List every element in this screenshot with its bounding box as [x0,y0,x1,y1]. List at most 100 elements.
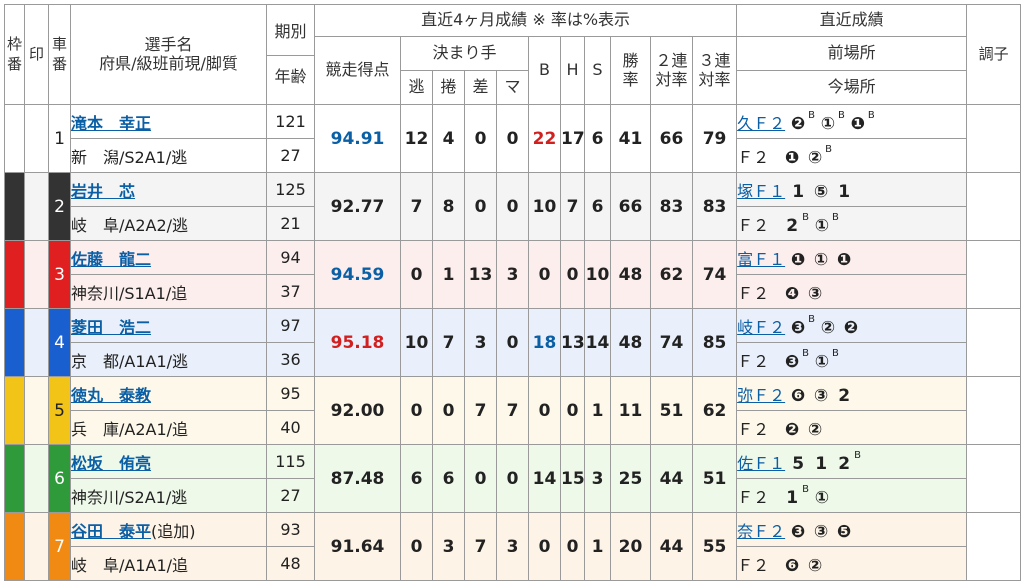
result-glyph: ❹ [784,283,800,304]
stat-mark: 0 [496,308,529,377]
header-ren2: ２連 対率 [650,36,693,105]
rider-name-cell: 佐藤 龍二 [70,240,267,275]
period: 125 [266,172,315,207]
mark-cell[interactable] [24,104,49,173]
stat-nige: 10 [400,308,433,377]
rider-name-link[interactable]: 岩井 芯 [72,182,136,201]
stat-s: 1 [584,512,611,581]
stat-nige: 12 [400,104,433,173]
age: 27 [266,138,315,173]
header-s: S [584,36,611,105]
period: 93 [266,512,315,547]
stat-ren3: 83 [691,172,738,241]
rider-name-link[interactable]: 谷田 泰平 [72,522,152,541]
stat-h: 7 [560,172,585,241]
cur-venue-label: Ｆ２ [737,419,770,439]
mark-cell[interactable] [24,444,49,513]
stat-mark: 3 [496,240,529,309]
waku-color-cell [4,512,25,581]
rider-name-cell: 滝本 幸正 [70,104,267,139]
rider-name-link[interactable]: 菱田 浩二 [72,318,152,337]
mark-cell[interactable] [24,172,49,241]
header-sashi: 差 [464,70,497,105]
age: 21 [266,206,315,241]
mark-cell[interactable] [24,512,49,581]
age: 48 [266,546,315,581]
rider-name-link[interactable]: 徳丸 泰教 [72,386,152,405]
tone-cell [966,308,1022,377]
entry-table: 枠番 印 車番 選手名 府県/級班前現/脚質 期別 年齢 直近4ヶ月成績 ※ 率… [4,4,1022,581]
result-glyph: ❸ [784,351,800,372]
table-row: 6 松坂 侑亮 115 87.48 6 6 0 0 14 15 3 25 44 51 佐Ｆ１ 5 1 2 B [4,444,1022,513]
mark-cell[interactable] [24,308,49,377]
stat-win: 20 [610,512,651,581]
stat-sashi: 0 [464,104,497,173]
rider-pref-class: 神奈川/S1A1/追 [70,274,267,309]
stat-b: 10 [528,172,561,241]
stat-ren3: 62 [691,376,738,445]
prev-venue-link[interactable]: 岐Ｆ２ [738,318,786,337]
tone-cell [966,376,1022,445]
result-glyph: ❷ [790,113,806,134]
table-row: 4 菱田 浩二 97 95.18 10 7 3 0 18 13 14 48 74 85 岐Ｆ２ ❸ B ② ❷ [4,308,1022,377]
result-back-mark: B [802,483,809,495]
header-age: 年齢 [274,67,307,86]
rider-rows: 1 滝本 幸正 121 94.91 12 4 0 0 22 17 6 41 66 79 久Ｆ２ ❷ B ① B ❶ B 新… [4,104,1022,581]
race-score: 94.59 [314,240,401,309]
rider-name-link[interactable]: 滝本 幸正 [72,114,152,133]
header-name-line2: 府県/級班前現/脚質 [99,53,238,73]
tone-cell [966,512,1022,581]
stat-b: 18 [528,308,561,377]
prev-venue-link[interactable]: 塚Ｆ１ [738,182,786,201]
rider-name-link[interactable]: 佐藤 龍二 [72,250,152,269]
result-glyph: ③ [807,283,823,304]
result-glyph: 2 [838,453,851,474]
result-glyph: ② [807,419,823,440]
header-period-age: 期別 年齢 [266,4,315,105]
age: 36 [266,342,315,377]
stat-sashi: 13 [464,240,497,309]
race-score: 94.91 [314,104,401,173]
result-back-mark: B [832,211,839,223]
result-glyph: ② [820,317,836,338]
result-glyph: ③ [813,385,829,406]
stat-nige: 0 [400,240,433,309]
stat-mark: 0 [496,172,529,241]
period: 97 [266,308,315,343]
prev-venue-link[interactable]: 奈Ｆ２ [738,522,786,541]
prev-venue-link[interactable]: 久Ｆ２ [738,114,786,133]
stat-makuri: 8 [432,172,465,241]
stat-b: 14 [528,444,561,513]
waku-color-cell [4,376,25,445]
header-score: 競走得点 [314,36,401,105]
stat-sashi: 3 [464,308,497,377]
waku-color-cell [4,240,25,309]
stat-ren3: 85 [691,308,738,377]
rider-name-link[interactable]: 松坂 侑亮 [72,454,152,473]
prev-venue-link[interactable]: 富Ｆ１ [738,250,786,269]
mark-cell[interactable] [24,240,49,309]
cur-venue-label: Ｆ２ [737,351,770,371]
stat-ren2: 62 [650,240,693,309]
prev-venue-results: 岐Ｆ２ ❸ B ② ❷ [736,308,968,343]
stat-ren3: 74 [691,240,738,309]
result-glyph: 2 [838,385,851,406]
header-win-1: 勝 [622,51,639,71]
prev-venue-results: 奈Ｆ２ ❸ ③ ❺ [736,512,968,547]
result-glyph: 1 [815,453,828,474]
header-makuri: 捲 [432,70,465,105]
header-cur: 今場所 [736,70,968,105]
age: 40 [266,410,315,445]
prev-venue-link[interactable]: 弥Ｆ２ [738,386,786,405]
mark-cell[interactable] [24,376,49,445]
stat-ren2: 74 [650,308,693,377]
result-glyph: ❻ [790,385,806,406]
result-back-mark: B [832,347,839,359]
stat-h: 0 [560,376,585,445]
header-recent: 直近成績 [736,4,968,37]
stat-ren2: 44 [650,444,693,513]
prev-venue-link[interactable]: 佐Ｆ１ [738,454,786,473]
header-prev: 前場所 [736,36,968,71]
stat-nige: 6 [400,444,433,513]
stat-nige: 0 [400,376,433,445]
